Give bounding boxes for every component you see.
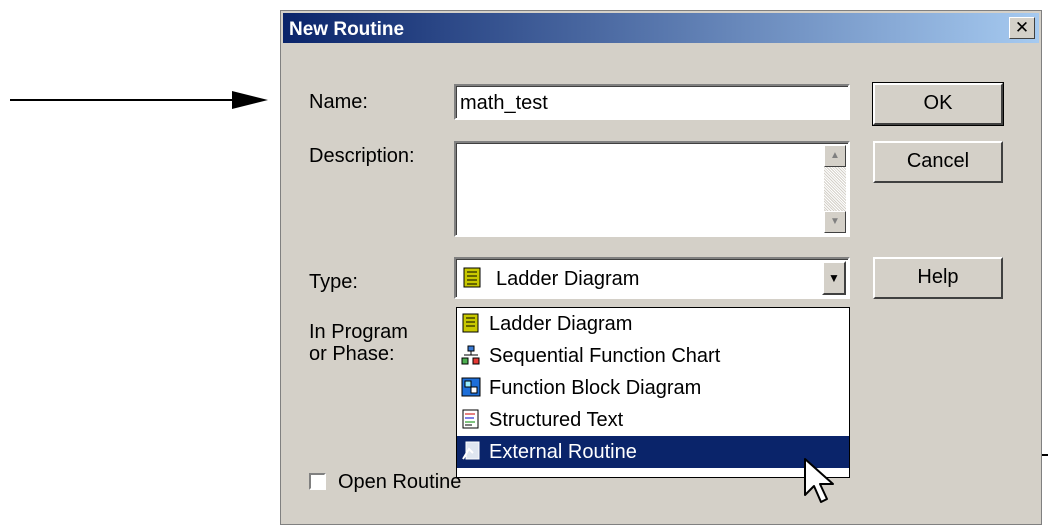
type-label: Type: xyxy=(309,271,358,293)
type-dropdown-list: Ladder Diagram Sequential Function Chart… xyxy=(456,307,850,478)
cancel-button[interactable]: Cancel xyxy=(873,141,1003,183)
name-input[interactable]: math_test xyxy=(454,84,850,120)
open-routine-label: Open Routine xyxy=(338,471,462,493)
type-option-structured-text[interactable]: Structured Text xyxy=(457,404,849,436)
help-button[interactable]: Help xyxy=(873,257,1003,299)
close-button[interactable]: ✕ xyxy=(1009,17,1035,39)
type-select[interactable]: Ladder Diagram ▼ xyxy=(454,257,850,299)
ladder-diagram-icon xyxy=(463,267,481,288)
ok-button-label: OK xyxy=(923,92,953,114)
name-label: Name: xyxy=(309,91,368,113)
type-option-external-routine[interactable]: External Routine xyxy=(457,436,849,468)
chevron-down-icon: ▼ xyxy=(828,271,840,285)
mouse-cursor-icon xyxy=(804,458,834,503)
program-label-line1: In Program xyxy=(309,321,408,343)
new-routine-dialog: New Routine ✕ Name: math_test Descriptio… xyxy=(280,10,1042,525)
structured-text-icon xyxy=(462,409,479,429)
title-bar[interactable]: New Routine ✕ xyxy=(283,13,1039,43)
type-option-sequential-function-chart[interactable]: Sequential Function Chart xyxy=(457,340,849,372)
annotation-arrow-left xyxy=(10,91,268,109)
ladder-diagram-icon xyxy=(462,313,479,333)
type-option-ladder-diagram[interactable]: Ladder Diagram xyxy=(457,308,849,340)
dropdown-button[interactable]: ▼ xyxy=(822,261,846,295)
help-button-label: Help xyxy=(917,266,959,288)
description-scrollbar[interactable]: ▲ ▼ xyxy=(824,145,846,233)
option-label: Sequential Function Chart xyxy=(489,345,721,367)
type-option-function-block-diagram[interactable]: Function Block Diagram xyxy=(457,372,849,404)
fbd-icon xyxy=(461,377,481,397)
close-icon: ✕ xyxy=(1014,18,1030,37)
scroll-up-icon[interactable]: ▲ xyxy=(824,145,846,167)
ok-button[interactable]: OK xyxy=(872,82,1004,126)
option-label: Ladder Diagram xyxy=(489,313,633,335)
name-value: math_test xyxy=(460,92,548,114)
option-label: External Routine xyxy=(489,441,637,463)
sfc-icon xyxy=(461,345,480,365)
dialog-title: New Routine xyxy=(289,19,405,40)
open-routine-checkbox[interactable] xyxy=(309,473,326,490)
scroll-down-icon[interactable]: ▼ xyxy=(824,211,846,233)
option-label: Function Block Diagram xyxy=(489,377,702,399)
program-label-line2: or Phase: xyxy=(309,343,395,365)
option-label: Structured Text xyxy=(489,409,624,431)
type-selected-value: Ladder Diagram xyxy=(496,268,640,290)
external-routine-icon xyxy=(462,441,480,460)
description-label: Description: xyxy=(309,145,415,167)
description-textarea[interactable]: ▲ ▼ xyxy=(454,141,850,237)
cancel-button-label: Cancel xyxy=(906,150,970,172)
